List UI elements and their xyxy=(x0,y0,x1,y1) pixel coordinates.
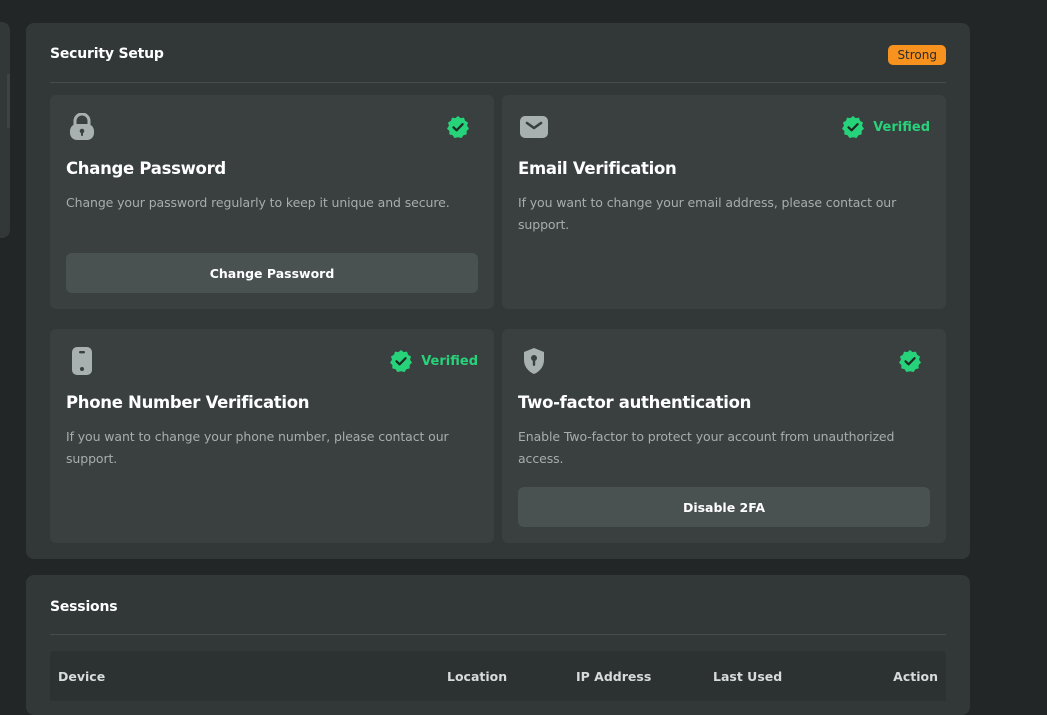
two-factor-card: Two-factor authentication Enable Two-fac… xyxy=(502,329,946,543)
sessions-divider xyxy=(50,634,946,635)
two-factor-title: Two-factor authentication xyxy=(518,393,752,412)
verified-check-icon xyxy=(899,350,921,372)
phone-verification-description: If you want to change your phone number,… xyxy=(66,429,449,466)
email-icon xyxy=(518,113,550,141)
email-verification-description: If you want to change your email address… xyxy=(518,195,897,232)
verified-check-icon xyxy=(447,116,469,138)
verified-check-icon xyxy=(842,116,865,138)
lock-icon xyxy=(66,113,98,141)
column-header-action: Action xyxy=(893,669,938,684)
two-factor-status xyxy=(898,349,930,373)
sidebar-scroll-indicator xyxy=(7,74,10,128)
shield-icon xyxy=(518,347,550,375)
two-factor-description: Enable Two-factor to protect your accoun… xyxy=(518,429,895,466)
email-status: Verified xyxy=(841,115,930,139)
column-header-ip-address: IP Address xyxy=(576,669,652,684)
verified-check-icon xyxy=(390,350,413,372)
phone-verification-title: Phone Number Verification xyxy=(66,393,310,412)
column-header-device: Device xyxy=(58,669,106,684)
phone-verified-label: Verified xyxy=(421,353,478,369)
phone-verification-card: Verified Phone Number Verification If yo… xyxy=(50,329,494,543)
email-verified-label: Verified xyxy=(873,119,930,135)
sessions-table-header: Device Location IP Address Last Used Act… xyxy=(50,651,946,701)
security-divider xyxy=(50,82,946,83)
phone-icon xyxy=(66,347,98,375)
security-strength-badge: Strong xyxy=(888,45,946,65)
password-status xyxy=(446,115,478,139)
email-verification-card: Verified Email Verification If you want … xyxy=(502,95,946,309)
security-setup-panel: Security Setup Strong Change Password Ch… xyxy=(26,23,970,559)
sessions-title: Sessions xyxy=(50,599,118,615)
column-header-last-used: Last Used xyxy=(713,669,783,684)
change-password-title: Change Password xyxy=(66,159,226,178)
change-password-card: Change Password Change your password reg… xyxy=(50,95,494,309)
column-header-location: Location xyxy=(447,669,508,684)
change-password-button[interactable]: Change Password xyxy=(66,253,478,293)
change-password-description: Change your password regularly to keep i… xyxy=(66,195,450,210)
sidebar-panel-edge xyxy=(0,22,10,238)
security-setup-title: Security Setup xyxy=(50,46,164,62)
sessions-panel: Sessions Device Location IP Address Last… xyxy=(26,575,970,715)
email-verification-title: Email Verification xyxy=(518,159,677,178)
disable-2fa-button[interactable]: Disable 2FA xyxy=(518,487,930,527)
phone-status: Verified xyxy=(389,349,478,373)
